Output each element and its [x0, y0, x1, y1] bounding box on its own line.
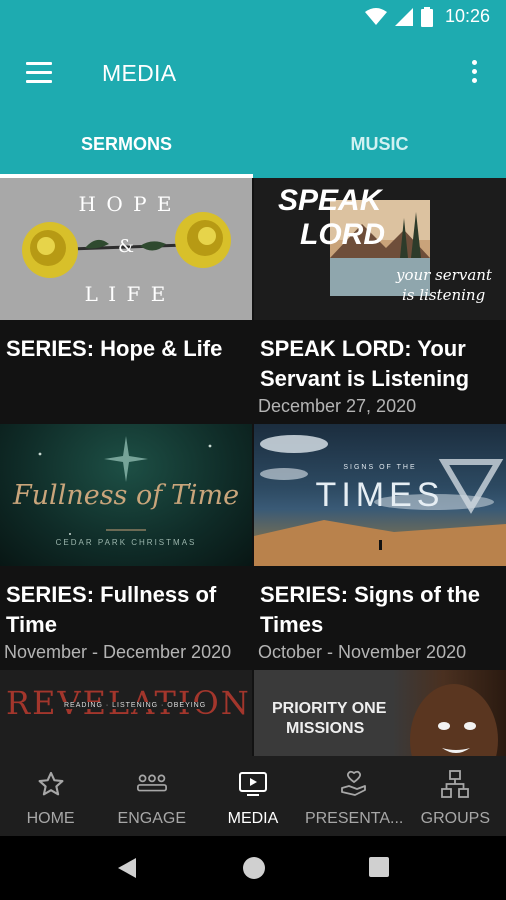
speak-art-text: SPEAK [278, 184, 382, 217]
tab-sermons-label: SERMONS [80, 133, 172, 154]
missions-art-text: MISSIONS [286, 720, 365, 737]
tab-bar: SERMONS MUSIC [0, 110, 506, 178]
sermon-thumbnail: SPEAK LORD your servant is listening [254, 178, 506, 320]
more-options-icon[interactable] [466, 60, 482, 90]
sermon-grid: H O P E & L I F E SERIES: Hope & Life SP… [0, 178, 506, 756]
cedar-park-art-text: CEDAR PARK CHRISTMAS [55, 538, 197, 547]
nav-media[interactable]: MEDIA [202, 756, 303, 836]
nav-presentations-label: PRESENTA... [304, 810, 404, 827]
star-icon [35, 768, 67, 800]
nav-engage-label: ENGAGE [117, 810, 187, 827]
listening-art-text: is listening [402, 286, 486, 304]
nav-presentations[interactable]: PRESENTA... [304, 756, 405, 836]
back-triangle-icon[interactable] [116, 856, 138, 880]
sermon-title: SPEAK LORD: Your Servant is Listening [260, 336, 470, 391]
ampersand-art-text: & [117, 236, 135, 257]
sermon-card-signs-of-the-times[interactable]: SIGNS OF THE TIMES SERIES: Signs of the … [254, 424, 506, 663]
nav-media-label: MEDIA [227, 810, 279, 827]
sermon-card-priority-one-missions[interactable]: PRIORITY ONE MISSIONS [254, 670, 506, 756]
nav-groups[interactable]: GROUPS [405, 756, 506, 836]
reading-art-text: READING · LISTENING · OBEYING [60, 702, 211, 709]
sermon-date: October - November 2020 [258, 642, 467, 662]
life-art-text: L I F E [84, 282, 168, 306]
sermon-date: December 27, 2020 [258, 396, 417, 416]
nav-engage[interactable]: ENGAGE [101, 756, 202, 836]
nav-home-label: HOME [26, 810, 75, 827]
fullness-art-text: Fullness of Time [12, 480, 240, 511]
hand-heart-icon [338, 768, 370, 800]
wifi-icon [364, 7, 387, 25]
sermon-card-hope-life[interactable]: H O P E & L I F E SERIES: Hope & Life [0, 178, 252, 366]
system-navigation-bar [0, 836, 506, 900]
sermon-card-speak-lord[interactable]: SPEAK LORD your servant is listening SPE… [254, 178, 506, 417]
sermon-card-fullness-of-time[interactable]: Fullness of Time CEDAR PARK CHRISTMAS SE… [0, 424, 252, 663]
status-bar: 10:26 [0, 0, 506, 38]
lord-art-text: LORD [300, 218, 385, 251]
org-chart-icon [439, 768, 471, 800]
tv-play-icon [237, 768, 269, 800]
times-art-text: TIMES [315, 476, 445, 514]
tab-sermons[interactable]: SERMONS [0, 110, 253, 178]
battery-icon [420, 6, 433, 27]
hope-art-text: H O P E [78, 192, 174, 216]
servant-art-text: your servant [396, 266, 492, 284]
sermon-thumbnail: SIGNS OF THE TIMES [254, 424, 506, 566]
signal-icon [394, 7, 413, 26]
page-title: MEDIA [102, 60, 177, 86]
home-circle-icon[interactable] [242, 856, 266, 880]
status-time: 10:26 [444, 6, 490, 26]
sermon-title: SERIES: Hope & Life [6, 336, 223, 361]
sermon-thumbnail: H O P E & L I F E [0, 178, 252, 320]
signs-art-text: SIGNS OF THE [343, 464, 417, 471]
recents-square-icon[interactable] [368, 856, 390, 878]
hamburger-menu-icon[interactable] [26, 62, 54, 86]
app-bar: MEDIA [0, 38, 506, 110]
sermon-thumbnail: REVELATION READING · LISTENING · OBEYING [0, 670, 252, 756]
tab-music[interactable]: MUSIC [253, 110, 506, 178]
status-icons: 10:26 [364, 6, 490, 27]
tab-music-label: MUSIC [350, 133, 409, 154]
sermon-thumbnail: PRIORITY ONE MISSIONS [254, 670, 506, 756]
people-icon [136, 768, 168, 800]
nav-home[interactable]: HOME [0, 756, 101, 836]
nav-groups-label: GROUPS [420, 810, 491, 827]
sermon-title: SERIES: Fullness of Time [6, 582, 217, 637]
sermon-thumbnail: Fullness of Time CEDAR PARK CHRISTMAS [0, 424, 252, 566]
sermon-title: SERIES: Signs of the Times [260, 582, 481, 637]
sermon-card-revelation[interactable]: REVELATION READING · LISTENING · OBEYING [0, 670, 252, 756]
bottom-navigation: HOME ENGAGE MEDIA PRESENTA... GROUPS [0, 756, 506, 836]
priority-one-art-text: PRIORITY ONE [272, 700, 387, 717]
sermon-date [0, 364, 252, 366]
sermon-date: November - December 2020 [4, 642, 232, 662]
